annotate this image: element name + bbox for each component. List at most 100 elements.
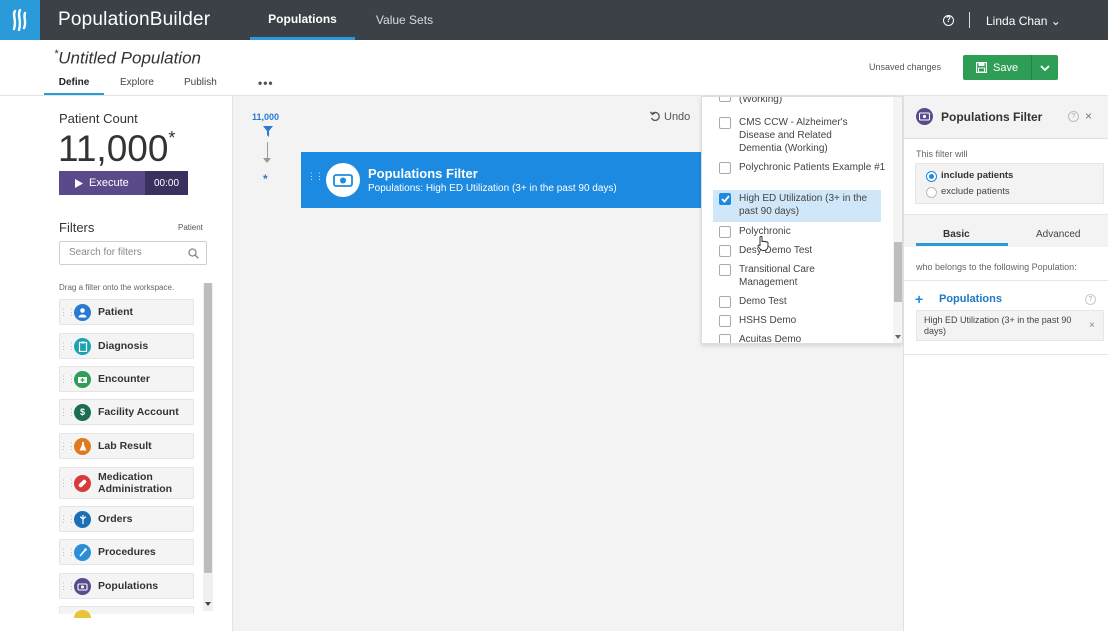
add-population-button[interactable]: Populations — [939, 293, 1002, 305]
filter-will-label: This filter will — [916, 149, 968, 159]
drag-handle-icon[interactable]: ⋮⋮ — [59, 540, 76, 564]
drag-handle-icon[interactable]: ⋮⋮ — [307, 171, 324, 182]
checkbox[interactable] — [719, 162, 731, 174]
card-title: Populations Filter — [368, 166, 478, 181]
nav-populations[interactable]: Populations — [250, 0, 355, 40]
filter-detail-panel: Populations Filter ? × This filter will … — [903, 96, 1108, 631]
help-icon[interactable]: ? — [1085, 294, 1096, 305]
hand-cursor-icon — [757, 236, 769, 251]
list-item[interactable]: Polychronic Patients Example #1 — [702, 159, 893, 189]
drag-handle-icon[interactable]: ⋮⋮ — [59, 400, 76, 424]
more-options-icon[interactable]: ••• — [258, 76, 274, 90]
list-item-label: Demo Test — [739, 296, 787, 307]
dollar-icon: $ — [74, 403, 91, 421]
workspace: 11,000 * Undo ⋮⋮ Populations Filter Popu… — [233, 96, 701, 631]
save-dropdown-button[interactable] — [1031, 55, 1058, 80]
checkbox[interactable] — [719, 296, 731, 308]
active-tab-indicator — [916, 243, 1008, 246]
list-item-selected[interactable]: High ED Utilization (3+ in the past 90 d… — [713, 190, 881, 222]
scroll-thumb[interactable] — [894, 242, 902, 302]
drag-handle-icon[interactable]: ⋮⋮ — [59, 507, 76, 531]
drag-handle-icon[interactable]: ⋮⋮ — [59, 574, 76, 598]
workspace-star: * — [263, 172, 268, 186]
checkbox[interactable] — [719, 97, 731, 102]
list-item[interactable]: HSHS Demo — [702, 312, 893, 330]
checkbox[interactable] — [719, 264, 731, 276]
exclude-radio[interactable] — [926, 187, 937, 198]
search-icon — [188, 248, 199, 259]
scroll-down-icon[interactable] — [205, 602, 211, 606]
list-item-label: High ED Utilization (3+ in the past 90 d… — [739, 193, 868, 217]
filter-label: Encounter — [98, 373, 150, 385]
list-item[interactable]: Desy Demo Test — [702, 242, 893, 260]
patient-count-marker: * — [168, 128, 176, 148]
checkbox-checked[interactable] — [719, 193, 731, 205]
checkbox[interactable] — [719, 315, 731, 327]
list-item-label: Polychronic Patients Example #1 — [739, 162, 886, 173]
drag-handle-icon[interactable] — [60, 607, 74, 614]
list-scrollbar[interactable] — [893, 97, 902, 343]
remove-chip-icon[interactable]: × — [1089, 320, 1095, 331]
filter-item-lab-result[interactable]: ⋮⋮ Lab Result — [59, 433, 194, 459]
nav-value-sets[interactable]: Value Sets — [362, 0, 447, 40]
tab-basic[interactable]: Basic — [943, 229, 970, 240]
help-icon[interactable]: ? — [943, 15, 954, 26]
list-item[interactable]: (Working) — [702, 97, 893, 111]
drag-handle-icon[interactable]: ⋮⋮ — [59, 468, 76, 498]
exclude-label[interactable]: exclude patients — [941, 186, 1010, 197]
filters-scope[interactable]: Patient — [178, 223, 203, 232]
filters-scrollbar[interactable] — [203, 283, 213, 611]
checkbox[interactable] — [719, 245, 731, 257]
scroll-down-icon[interactable] — [895, 335, 901, 339]
checkbox[interactable] — [719, 117, 731, 129]
checkbox[interactable] — [719, 334, 731, 343]
filter-item-orders[interactable]: ⋮⋮ Orders — [59, 506, 194, 532]
chip-label: High ED Utilization (3+ in the past 90 d… — [924, 315, 1072, 336]
filter-item-partial[interactable] — [59, 606, 194, 618]
close-icon[interactable]: × — [1085, 109, 1092, 123]
unsaved-status: Unsaved changes — [869, 62, 942, 72]
drag-handle-icon[interactable]: ⋮⋮ — [59, 367, 76, 391]
filter-item-encounter[interactable]: ⋮⋮ Encounter — [59, 366, 194, 392]
undo-button[interactable]: Undo — [649, 111, 690, 123]
drag-handle-icon[interactable]: ⋮⋮ — [59, 300, 76, 324]
tab-publish[interactable]: Publish — [184, 77, 217, 95]
play-icon — [75, 178, 83, 188]
filter-item-procedures[interactable]: ⋮⋮ Procedures — [59, 539, 194, 565]
logo[interactable] — [0, 0, 40, 40]
filter-item-medication-administration[interactable]: ⋮⋮ Medication Administration — [59, 467, 194, 499]
add-population-icon[interactable]: + — [915, 291, 923, 307]
filter-label: Facility Account — [98, 406, 179, 418]
filter-search-input[interactable]: Search for filters — [59, 241, 207, 265]
patient-count-value: 11,000* — [58, 128, 175, 170]
list-item[interactable]: Polychronic — [702, 223, 893, 241]
include-radio[interactable] — [926, 171, 937, 182]
filter-item-patient[interactable]: ⋮⋮ Patient — [59, 299, 194, 325]
help-icon[interactable]: ? — [1068, 111, 1079, 122]
scroll-thumb[interactable] — [204, 283, 212, 573]
filter-item-populations[interactable]: ⋮⋮ Populations — [59, 573, 194, 599]
list-item[interactable]: Transitional Care Management — [702, 261, 893, 291]
list-item[interactable]: Demo Test — [702, 293, 893, 311]
filter-item-diagnosis[interactable]: ⋮⋮ Diagnosis — [59, 333, 194, 359]
card-subtitle: Populations: High ED Utilization (3+ in … — [368, 183, 617, 194]
user-menu[interactable]: Linda Chan ⌄ — [986, 14, 1061, 28]
checkbox[interactable] — [719, 226, 731, 238]
tab-explore[interactable]: Explore — [120, 77, 154, 95]
population-title[interactable]: *Untitled Population — [54, 48, 201, 69]
list-item[interactable]: Acuitas Demo — [702, 331, 893, 343]
populations-filter-card[interactable]: ⋮⋮ Populations Filter Populations: High … — [301, 152, 701, 208]
population-select-list[interactable]: (Working) CMS CCW - Alzheimer's Disease … — [701, 96, 903, 344]
list-item[interactable]: CMS CCW - Alzheimer's Disease and Relate… — [702, 114, 893, 156]
person-icon — [74, 303, 91, 321]
execute-button[interactable]: Execute — [59, 171, 147, 195]
list-item-label: CMS CCW - Alzheimer's Disease and Relate… — [739, 117, 848, 154]
tab-define[interactable]: Define — [44, 77, 104, 95]
drag-handle-icon[interactable]: ⋮⋮ — [59, 434, 76, 458]
workspace-count: 11,000 — [252, 112, 280, 122]
include-label[interactable]: include patients — [941, 170, 1013, 181]
divider — [904, 280, 1108, 281]
drag-handle-icon[interactable]: ⋮⋮ — [59, 334, 76, 358]
tab-advanced[interactable]: Advanced — [1036, 229, 1080, 240]
filter-item-facility-account[interactable]: ⋮⋮ $ Facility Account — [59, 399, 194, 425]
